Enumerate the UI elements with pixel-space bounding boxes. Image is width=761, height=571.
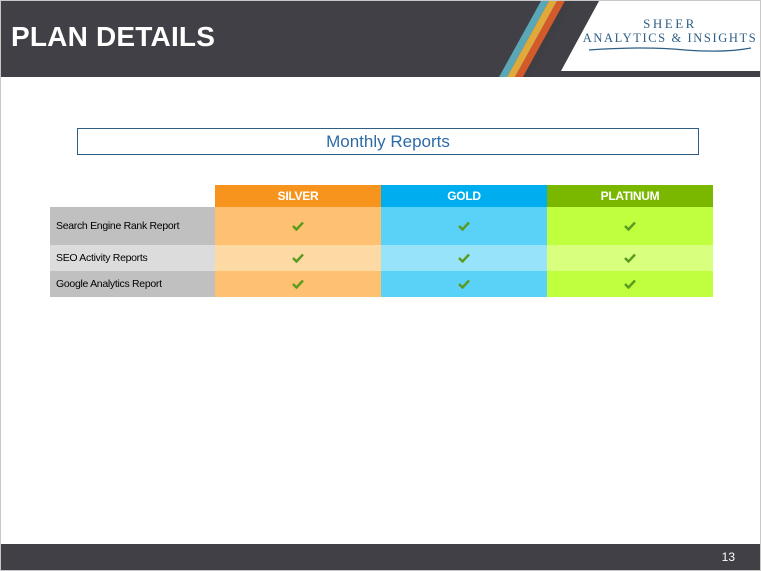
table-row: Search Engine Rank Report xyxy=(50,207,713,245)
logo-swoosh-icon xyxy=(588,47,752,52)
cell-silver xyxy=(215,207,381,245)
cell-platinum xyxy=(547,245,713,271)
check-icon xyxy=(292,221,304,231)
check-icon xyxy=(292,253,304,263)
check-icon xyxy=(458,279,470,289)
plan-comparison-table: SILVER GOLD PLATINUM Search Engine Rank … xyxy=(50,185,713,297)
table-corner xyxy=(50,185,215,207)
row-label: Search Engine Rank Report xyxy=(50,207,215,245)
cell-silver xyxy=(215,245,381,271)
table-header-row: SILVER GOLD PLATINUM xyxy=(50,185,713,207)
cell-platinum xyxy=(547,271,713,297)
check-icon xyxy=(458,221,470,231)
column-header-platinum: PLATINUM xyxy=(547,185,713,207)
table-row: Google Analytics Report xyxy=(50,271,713,297)
check-icon xyxy=(458,253,470,263)
row-label: Google Analytics Report xyxy=(50,271,215,297)
slide: PLAN DETAILS SHEER ANALYTICS & INSIGHTS … xyxy=(0,0,761,571)
column-header-silver: SILVER xyxy=(215,185,381,207)
check-icon xyxy=(624,279,636,289)
table-row: SEO Activity Reports xyxy=(50,245,713,271)
check-icon xyxy=(624,253,636,263)
check-icon xyxy=(624,221,636,231)
cell-gold xyxy=(381,207,547,245)
section-title: Monthly Reports xyxy=(77,128,699,155)
page-number: 13 xyxy=(721,550,735,564)
check-icon xyxy=(292,279,304,289)
cell-silver xyxy=(215,271,381,297)
logo-line2: ANALYTICS & INSIGHTS xyxy=(582,31,758,45)
row-label: SEO Activity Reports xyxy=(50,245,215,271)
logo-line1: SHEER xyxy=(643,16,697,31)
cell-platinum xyxy=(547,207,713,245)
cell-gold xyxy=(381,271,547,297)
brand-logo: SHEER ANALYTICS & INSIGHTS xyxy=(581,17,759,53)
footer-bar: 13 xyxy=(1,544,760,570)
header-bar: PLAN DETAILS SHEER ANALYTICS & INSIGHTS xyxy=(1,1,760,77)
cell-gold xyxy=(381,245,547,271)
column-header-gold: GOLD xyxy=(381,185,547,207)
